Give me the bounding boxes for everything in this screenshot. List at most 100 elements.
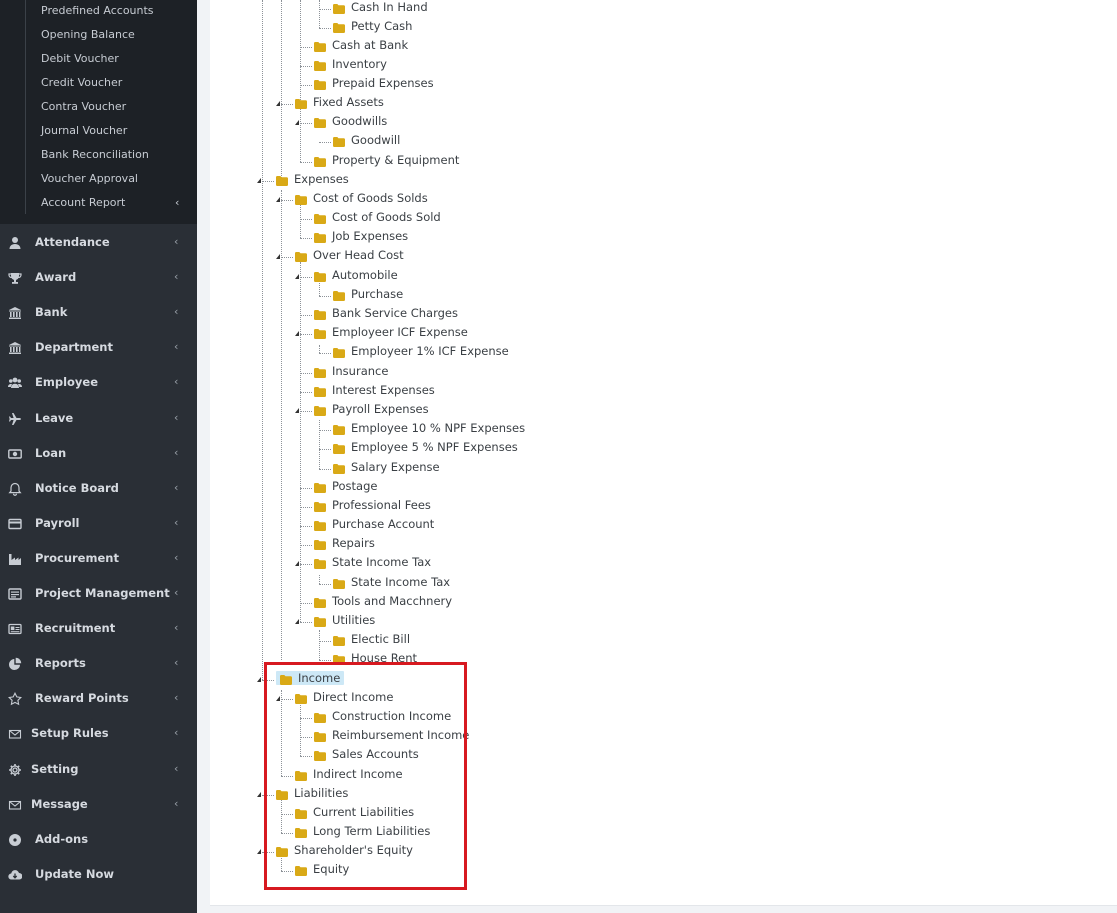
tree-node[interactable]: Automobile bbox=[314, 266, 398, 284]
tree-node[interactable]: Salary Expense bbox=[333, 458, 440, 476]
tree-node[interactable]: Goodwills bbox=[314, 112, 387, 130]
tree-node[interactable]: Purchase bbox=[333, 285, 403, 303]
sidebar-item-recruitment[interactable]: Recruitment ‹ bbox=[0, 613, 197, 643]
submenu-item[interactable]: Journal Voucher bbox=[41, 124, 127, 138]
sidebar-item-award[interactable]: Award ‹ bbox=[0, 262, 197, 292]
expand-toggle-icon[interactable] bbox=[295, 120, 299, 125]
tree-node[interactable]: Postage bbox=[314, 477, 377, 495]
expand-toggle-icon[interactable] bbox=[295, 331, 299, 336]
tree-node[interactable]: Electic Bill bbox=[333, 630, 410, 648]
envelope-icon bbox=[8, 726, 22, 740]
tree-node-label: Over Head Cost bbox=[313, 248, 404, 262]
sidebar-item-setting[interactable]: Setting ‹ bbox=[0, 754, 197, 784]
submenu-item[interactable]: Debit Voucher bbox=[41, 52, 119, 66]
sidebar-item-project-management[interactable]: Project Management ‹ bbox=[0, 578, 197, 608]
tree-node[interactable]: Current Liabilities bbox=[295, 803, 414, 821]
tree-node[interactable]: Property & Equipment bbox=[314, 151, 459, 169]
bell-icon bbox=[8, 481, 22, 496]
sidebar-item-employee[interactable]: Employee ‹ bbox=[0, 367, 197, 397]
submenu-item[interactable]: Credit Voucher bbox=[41, 76, 122, 90]
tree-node[interactable]: Job Expenses bbox=[314, 227, 408, 245]
sidebar-item-setup-rules[interactable]: Setup Rules ‹ bbox=[0, 718, 197, 748]
expand-toggle-icon[interactable] bbox=[295, 408, 299, 413]
tree-node[interactable]: Purchase Account bbox=[314, 515, 434, 533]
tree-node[interactable]: Equity bbox=[295, 860, 349, 878]
tree-node[interactable]: Cost of Goods Sold bbox=[314, 208, 441, 226]
tree-node[interactable]: Payroll Expenses bbox=[314, 400, 429, 418]
sidebar-item-reports[interactable]: Reports ‹ bbox=[0, 648, 197, 678]
submenu-item[interactable]: Account Report bbox=[41, 196, 125, 210]
sidebar-item-label: Setup Rules bbox=[31, 726, 109, 741]
sidebar-item-reward-points[interactable]: Reward Points ‹ bbox=[0, 683, 197, 713]
expand-toggle-icon[interactable] bbox=[257, 849, 261, 854]
tree-node[interactable]: Income bbox=[276, 669, 345, 687]
sidebar-item-leave[interactable]: Leave ‹ bbox=[0, 403, 197, 433]
tree-node[interactable]: Employeer ICF Expense bbox=[314, 323, 468, 341]
tree-node[interactable]: Utilities bbox=[314, 611, 375, 629]
tree-node[interactable]: Prepaid Expenses bbox=[314, 74, 434, 92]
tree-node[interactable]: Insurance bbox=[314, 362, 388, 380]
sidebar-item-notice-board[interactable]: Notice Board ‹ bbox=[0, 473, 197, 503]
tree-node[interactable]: Repairs bbox=[314, 534, 375, 552]
tree-node[interactable]: House Rent bbox=[333, 649, 417, 667]
tree-node[interactable]: Employee 5 % NPF Expenses bbox=[333, 438, 518, 456]
tree-node[interactable]: State Income Tax bbox=[314, 553, 431, 571]
expand-toggle-icon[interactable] bbox=[257, 178, 261, 183]
submenu-item[interactable]: Predefined Accounts bbox=[41, 4, 154, 18]
tree-node[interactable]: Construction Income bbox=[314, 707, 451, 725]
submenu-item[interactable]: Opening Balance bbox=[41, 28, 135, 42]
sidebar-item-update-now[interactable]: Update Now bbox=[0, 859, 197, 889]
expand-toggle-icon[interactable] bbox=[276, 254, 280, 259]
expand-toggle-icon[interactable] bbox=[295, 619, 299, 624]
sidebar-item-payroll[interactable]: Payroll ‹ bbox=[0, 508, 197, 538]
tree-node[interactable]: Cost of Goods Solds bbox=[295, 189, 428, 207]
tree-node[interactable]: Indirect Income bbox=[295, 765, 403, 783]
sidebar-item-department[interactable]: Department ‹ bbox=[0, 332, 197, 362]
expand-toggle-icon[interactable] bbox=[276, 197, 280, 202]
expand-toggle-icon[interactable] bbox=[257, 792, 261, 797]
tree-node[interactable]: Liabilities bbox=[276, 784, 348, 802]
tree-node[interactable]: Tools and Macchnery bbox=[314, 592, 452, 610]
tree-node[interactable]: Cash at Bank bbox=[314, 36, 408, 54]
tree-node[interactable]: Long Term Liabilities bbox=[295, 822, 430, 840]
tree-node[interactable]: Over Head Cost bbox=[295, 246, 404, 264]
expand-toggle-icon[interactable] bbox=[295, 561, 299, 566]
tree-node[interactable]: State Income Tax bbox=[333, 573, 450, 591]
tree-node[interactable]: Employee 10 % NPF Expenses bbox=[333, 419, 525, 437]
tree-node[interactable]: Goodwill bbox=[333, 131, 400, 149]
submenu-item[interactable]: Voucher Approval bbox=[41, 172, 138, 186]
tree-node[interactable]: Interest Expenses bbox=[314, 381, 435, 399]
tree-node[interactable]: Shareholder's Equity bbox=[276, 841, 413, 859]
tree-node-content: Goodwills bbox=[314, 114, 387, 128]
tree-node[interactable]: Professional Fees bbox=[314, 496, 431, 514]
expand-toggle-icon[interactable] bbox=[257, 677, 261, 682]
tree-node[interactable]: Bank Service Charges bbox=[314, 304, 458, 322]
tree-node[interactable]: Employeer 1% ICF Expense bbox=[333, 342, 509, 360]
expand-toggle-icon[interactable] bbox=[295, 274, 299, 279]
expand-toggle-icon[interactable] bbox=[276, 696, 280, 701]
tree-node[interactable]: Cash In Hand bbox=[333, 0, 428, 16]
tree-node-label: Employeer 1% ICF Expense bbox=[351, 344, 509, 358]
tree-node-content: Direct Income bbox=[295, 690, 393, 704]
tree-guide-line bbox=[319, 0, 320, 28]
tree-node-content: Repairs bbox=[314, 536, 375, 550]
tree-node[interactable]: Fixed Assets bbox=[295, 93, 384, 111]
tree-node[interactable]: Petty Cash bbox=[333, 17, 412, 35]
sidebar-item-loan[interactable]: Loan ‹ bbox=[0, 438, 197, 468]
tree-node[interactable]: Reimbursement Income bbox=[314, 726, 469, 744]
sidebar-item-bank[interactable]: Bank ‹ bbox=[0, 297, 197, 327]
sidebar-item-attendance[interactable]: Attendance ‹ bbox=[0, 227, 197, 257]
tree-node[interactable]: Inventory bbox=[314, 55, 387, 73]
expand-toggle-icon[interactable] bbox=[276, 101, 280, 106]
tree-node[interactable]: Direct Income bbox=[295, 688, 393, 706]
sidebar-item-add-ons[interactable]: Add-ons bbox=[0, 824, 197, 854]
tree-node[interactable]: Expenses bbox=[276, 170, 349, 188]
submenu-item[interactable]: Contra Voucher bbox=[41, 100, 126, 114]
sidebar-item-message[interactable]: Message ‹ bbox=[0, 789, 197, 819]
user-icon bbox=[8, 235, 22, 249]
submenu-item[interactable]: Bank Reconciliation bbox=[41, 148, 149, 162]
sidebar-item-procurement[interactable]: Procurement ‹ bbox=[0, 543, 197, 573]
tree-connector bbox=[300, 545, 312, 546]
tree-node-label: Sales Accounts bbox=[332, 747, 419, 761]
tree-node[interactable]: Sales Accounts bbox=[314, 745, 419, 763]
